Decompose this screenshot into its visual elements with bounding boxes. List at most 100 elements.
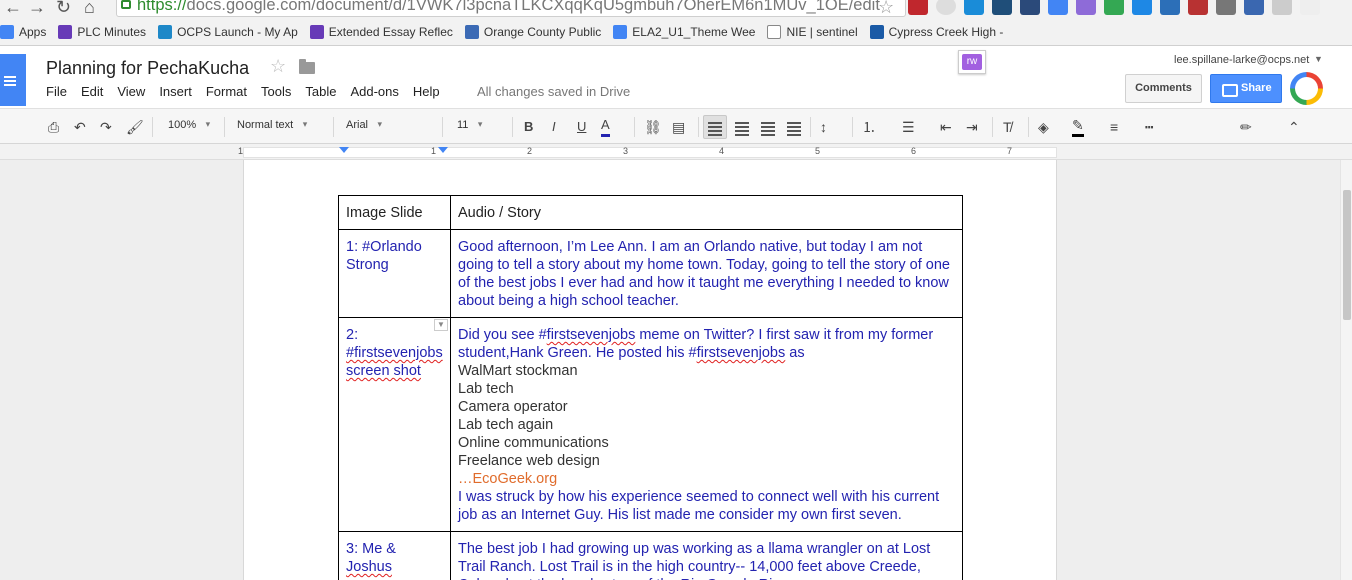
justify-button[interactable] xyxy=(785,117,805,137)
align-center-button[interactable] xyxy=(733,117,753,137)
paint-format-icon[interactable]: 🖌 xyxy=(126,117,144,137)
font-size-select[interactable]: 11 xyxy=(457,119,483,131)
d-extension-icon[interactable] xyxy=(964,0,984,15)
ruler-number: 1 xyxy=(238,146,244,156)
bookmark-extended-essay[interactable]: Extended Essay Reflec xyxy=(309,24,453,39)
border-dash-icon[interactable]: ┅ xyxy=(1145,117,1153,137)
increase-indent-icon[interactable]: ⇥ xyxy=(966,117,978,137)
menu-addons[interactable]: Add-ons xyxy=(350,84,398,99)
zoom-select[interactable]: 100% xyxy=(168,119,210,131)
table-header-cell[interactable]: Audio / Story xyxy=(450,195,963,230)
book-extension-icon[interactable] xyxy=(1188,0,1208,15)
menu-edit[interactable]: Edit xyxy=(81,84,103,99)
comments-button[interactable]: Comments xyxy=(1125,74,1202,103)
fill-color-icon[interactable]: ◈ xyxy=(1038,117,1049,137)
bookmark-cypress-creek[interactable]: Cypress Creek High - xyxy=(869,24,1003,39)
table-cell-slide[interactable]: 2: #firstsevenjobs screen shot xyxy=(338,317,451,532)
star-icon[interactable]: ☆ xyxy=(270,56,286,77)
table-header-cell[interactable]: Image Slide xyxy=(338,195,451,230)
editing-mode-icon[interactable]: ✏ xyxy=(1240,117,1252,137)
forward-arrow-icon[interactable]: → xyxy=(28,0,46,18)
collapse-chevron-icon[interactable]: ⌃ xyxy=(1288,117,1300,137)
table-cell-story[interactable]: The best job I had growing up was workin… xyxy=(450,531,963,580)
monitor-extension-icon[interactable] xyxy=(1244,0,1264,15)
mail-extension-icon[interactable] xyxy=(1216,0,1236,15)
bookmark-nie-sentinel[interactable]: NIE | sentinel xyxy=(767,24,858,39)
ruler-number: 6 xyxy=(911,146,917,156)
bookmark-apps[interactable]: Apps xyxy=(0,24,46,39)
menu-view[interactable]: View xyxy=(117,84,145,99)
menu-file[interactable]: File xyxy=(46,84,67,99)
reload-icon[interactable]: ↻ xyxy=(56,0,71,18)
user-email[interactable]: lee.spillane-larke@ocps.net xyxy=(1174,54,1309,66)
share-button[interactable]: Share xyxy=(1210,74,1282,103)
n-extension-icon[interactable] xyxy=(1020,0,1040,15)
border-color-icon[interactable]: ✎ xyxy=(1072,117,1084,137)
bookmark-ela2[interactable]: ELA2_U1_Theme Wee xyxy=(613,24,755,39)
menu-tools[interactable]: Tools xyxy=(261,84,291,99)
menu-help[interactable]: Help xyxy=(413,84,440,99)
bulleted-list-icon[interactable]: ☰ xyxy=(902,117,915,137)
help-extension-icon[interactable] xyxy=(936,0,956,15)
decrease-indent-icon[interactable]: ⇤ xyxy=(940,117,952,137)
toolbar-divider xyxy=(852,117,853,137)
s-extension-icon[interactable] xyxy=(992,0,1012,15)
comment-icon[interactable]: ▤ xyxy=(672,117,685,137)
menu-format[interactable]: Format xyxy=(206,84,247,99)
undo-icon[interactable]: ↶ xyxy=(74,117,86,137)
pdf-extension-icon[interactable] xyxy=(908,0,928,15)
menu-table[interactable]: Table xyxy=(305,84,336,99)
rw-extension-icon[interactable] xyxy=(1076,0,1096,15)
drive-extension-icon[interactable] xyxy=(1104,0,1124,15)
docs-logo-icon[interactable] xyxy=(0,54,26,106)
redo-icon[interactable]: ↷ xyxy=(100,117,112,137)
bookmark-orange-county[interactable]: Orange County Public xyxy=(464,24,601,39)
table-cell-story[interactable]: Did you see #firstsevenjobs meme on Twit… xyxy=(450,317,963,532)
bookmark-star-icon[interactable]: ☆ xyxy=(878,0,894,18)
line-spacing-icon[interactable]: ↕ xyxy=(820,117,827,137)
table-cell-slide[interactable]: 3: Me & Joshus xyxy=(338,531,451,580)
right-indent-marker-icon[interactable] xyxy=(438,147,448,153)
bookmark-ocps-launch[interactable]: OCPS Launch - My Ap xyxy=(158,24,298,39)
back-arrow-icon[interactable]: ← xyxy=(4,0,22,18)
align-left-icon xyxy=(708,126,722,128)
scroll-thumb[interactable] xyxy=(1343,190,1351,320)
url-bar[interactable]: https://docs.google.com/document/d/1VWK7… xyxy=(116,0,906,17)
align-right-button[interactable] xyxy=(759,117,779,137)
home-icon[interactable]: ⌂ xyxy=(84,0,95,18)
table-cell-slide[interactable]: 1: #Orlando Strong xyxy=(338,229,451,318)
drop-extension-icon[interactable] xyxy=(1272,0,1292,15)
job-item: Freelance web design xyxy=(458,453,600,469)
avatar[interactable] xyxy=(1290,72,1323,105)
doc-title[interactable]: Planning for PechaKucha xyxy=(46,58,249,79)
translate-extension-icon[interactable] xyxy=(1048,0,1068,15)
left-indent-marker-icon[interactable] xyxy=(339,147,349,153)
table-cell-story[interactable]: Good afternoon, I’m Lee Ann. I am an Orl… xyxy=(450,229,963,318)
italic-button[interactable]: I xyxy=(552,117,556,137)
print-icon[interactable]: ⎙ xyxy=(48,117,59,137)
menu-insert[interactable]: Insert xyxy=(159,84,192,99)
clear-formatting-icon[interactable]: T̸ xyxy=(1003,117,1012,137)
bold-button[interactable]: B xyxy=(524,117,533,137)
story-intro: Did you see #firstsevenjobs meme on Twit… xyxy=(458,327,934,361)
save-status[interactable]: All changes saved in Drive xyxy=(477,84,630,99)
chrome-menu-icon[interactable] xyxy=(1300,0,1320,15)
style-select[interactable]: Normal text xyxy=(237,119,308,131)
align-left-button[interactable] xyxy=(703,115,727,139)
bookmark-plc-minutes[interactable]: PLC Minutes xyxy=(58,24,146,39)
ecogeek-link[interactable]: …EcoGeek.org xyxy=(458,470,955,488)
world-extension-icon[interactable] xyxy=(1160,0,1180,15)
launch-icon xyxy=(158,24,173,39)
read-write-badge[interactable]: rw xyxy=(958,50,986,74)
border-width-icon[interactable]: ≡ xyxy=(1110,117,1118,137)
vertical-scrollbar[interactable] xyxy=(1340,160,1352,580)
text-color-button[interactable]: A xyxy=(601,117,610,137)
cell-dropdown-chevron-icon[interactable]: ▼ xyxy=(434,319,448,331)
numbered-list-icon[interactable]: ⒈ xyxy=(862,117,876,137)
link-icon[interactable]: ⛓ xyxy=(644,117,662,137)
underline-button[interactable]: U xyxy=(577,117,586,137)
cloud-extension-icon[interactable] xyxy=(1132,0,1152,15)
folder-icon[interactable] xyxy=(299,59,315,74)
chevron-down-icon[interactable]: ▼ xyxy=(1314,54,1323,64)
font-select[interactable]: Arial xyxy=(346,119,382,131)
